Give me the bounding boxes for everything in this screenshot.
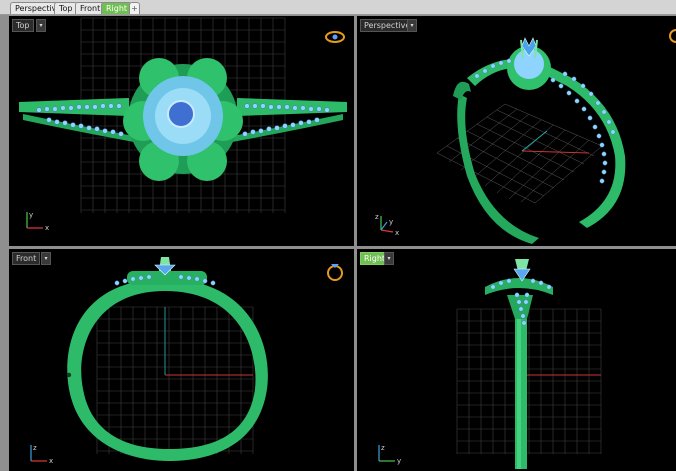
axis-label-z: z	[375, 213, 379, 221]
viewport-dropdown-right[interactable]: ▾	[384, 252, 394, 265]
right-view-canvas	[456, 259, 602, 469]
viewport-title-front[interactable]: Front	[12, 252, 41, 265]
axis-label-y: y	[397, 457, 401, 465]
ring-icon	[325, 31, 345, 43]
front-view-canvas	[66, 257, 268, 461]
construction-grid	[456, 308, 602, 454]
ring-perspective	[453, 37, 626, 244]
axis-label-y: y	[389, 218, 393, 226]
axis-label-z: z	[381, 444, 385, 452]
axis-widget-icon: y x	[26, 211, 49, 232]
viewport-top[interactable]: Top ▾ y x	[9, 16, 354, 246]
ring-icon	[327, 264, 343, 281]
ring-icon	[669, 29, 676, 43]
tab-right[interactable]: Right	[101, 2, 133, 14]
axis-widget-icon: z x	[30, 444, 53, 465]
viewport-right[interactable]: Right ▾ z y	[357, 249, 676, 471]
viewport-dropdown-perspective[interactable]: ▾	[407, 19, 417, 32]
axis-label-x: x	[45, 224, 49, 232]
tab-top[interactable]: Top	[54, 2, 78, 14]
construction-grid	[96, 306, 254, 454]
viewport-perspective[interactable]: Perspective ▾ z y x	[357, 16, 676, 246]
axis-widget-icon: z y x	[375, 213, 399, 237]
setting-head-front	[127, 257, 207, 285]
axis-label-x: x	[395, 229, 399, 237]
viewport-dropdown-top[interactable]: ▾	[36, 19, 46, 32]
viewport-dropdown-front[interactable]: ▾	[41, 252, 51, 265]
axis-label-y: y	[29, 211, 33, 219]
axis-label-z: z	[33, 444, 37, 452]
axis-label-x: x	[49, 457, 53, 465]
viewport-tab-bar: Perspective Top Front Right +	[0, 0, 676, 15]
top-view-canvas	[19, 17, 347, 213]
viewport-title-top[interactable]: Top	[12, 19, 34, 32]
ring-profile-right	[485, 259, 553, 469]
add-tab-button[interactable]: +	[129, 2, 140, 14]
flower-head-top	[123, 58, 243, 181]
viewport-front[interactable]: Front ▾ z x	[9, 249, 354, 471]
ring-band-front	[67, 279, 268, 461]
axis-widget-icon: z y	[378, 444, 401, 465]
